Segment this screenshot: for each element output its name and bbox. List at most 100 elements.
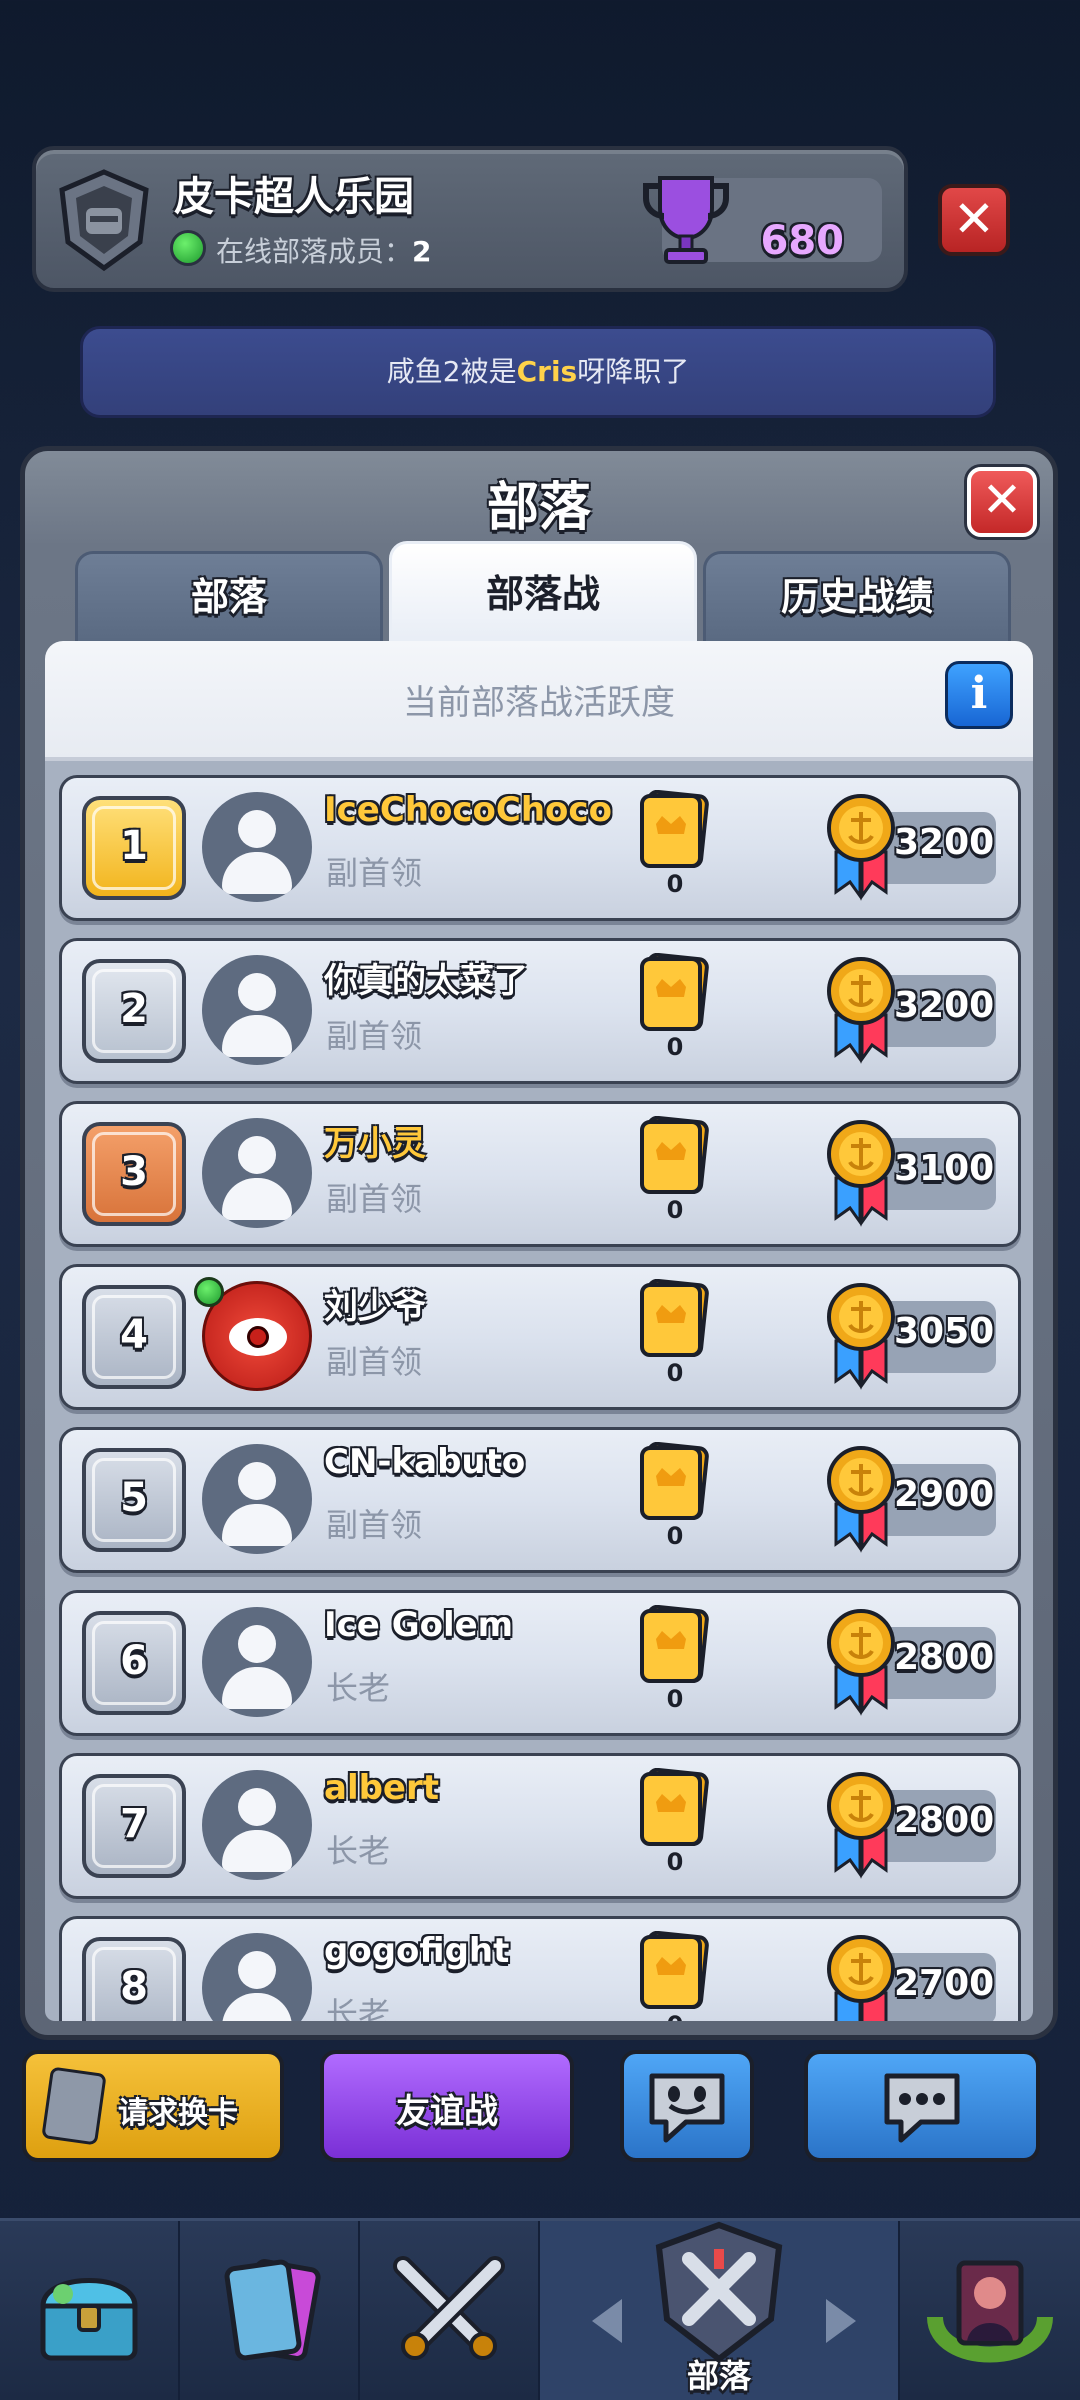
bottom-nav: 部落 (0, 2218, 1080, 2400)
header-close-button[interactable]: ✕ (938, 184, 1010, 256)
medal-value: 3200 (894, 985, 995, 1026)
medal-value: 3050 (894, 1311, 995, 1352)
medal-value: 2700 (894, 1963, 995, 2004)
emote-icon (649, 2073, 725, 2143)
medal-value: 3100 (894, 1148, 995, 1189)
medal-icon (827, 1120, 895, 1227)
player-role: 副首领 (326, 1017, 423, 1055)
online-members: 在线部落成员：2 (216, 230, 432, 270)
chat-icon (884, 2073, 960, 2143)
friendly-battle-label: 友谊战 (396, 2092, 498, 2132)
nav-cards[interactable] (180, 2221, 360, 2400)
medal-value: 2900 (894, 1474, 995, 1515)
info-button[interactable]: i (945, 661, 1013, 729)
cards-count: 0 (666, 1033, 684, 1061)
medal-value: 2800 (894, 1637, 995, 1678)
player-name: IceChocoChoco (324, 790, 612, 830)
online-indicator-icon (194, 1277, 224, 1307)
clan-shield-icon (655, 2221, 783, 2363)
player-name: 万小灵 (324, 1124, 426, 1164)
medal-icon (827, 1609, 895, 1716)
online-indicator-icon (170, 230, 206, 266)
activity-title: 当前部落战活跃度 (403, 683, 675, 723)
member-row[interactable]: 6 Ice Golem 长老 0 2800 (59, 1590, 1021, 1736)
member-list[interactable]: 1 IceChocoChoco 副首领 0 3200 2 你真的太菜了 副首领 … (45, 761, 1033, 2021)
cards-icon (640, 1116, 709, 1194)
cards-icon (640, 1279, 709, 1357)
avatar[interactable] (202, 1607, 312, 1717)
chevron-left-icon[interactable] (592, 2299, 622, 2343)
panel-close-button[interactable]: ✕ (967, 467, 1037, 537)
tab-war-history[interactable]: 历史战绩 (703, 551, 1011, 641)
rank-badge: 7 (82, 1774, 186, 1878)
avatar[interactable] (202, 1933, 312, 2021)
rank-badge: 3 (82, 1122, 186, 1226)
rank-badge: 4 (82, 1285, 186, 1389)
cards-count: 0 (666, 1196, 684, 1224)
player-name: albert (324, 1768, 440, 1808)
avatar[interactable] (202, 955, 312, 1065)
clan-header[interactable]: 皮卡超人乐园 在线部落成员：2 680 (32, 146, 908, 292)
chevron-right-icon[interactable] (826, 2299, 856, 2343)
cards-icon (640, 790, 709, 868)
crossed-swords-icon (393, 2256, 505, 2360)
medal-icon (827, 794, 895, 901)
activity-header: 当前部落战活跃度 i (45, 641, 1033, 761)
cards-icon (640, 1931, 709, 2009)
notification-banner: 咸鱼2被是Cris呀降职了 (80, 326, 996, 418)
nav-battle[interactable] (360, 2221, 540, 2400)
chest-icon (40, 2278, 138, 2361)
avatar[interactable] (202, 1444, 312, 1554)
avatar[interactable] (202, 792, 312, 902)
clan-name: 皮卡超人乐园 (174, 174, 414, 220)
online-count: 2 (412, 235, 432, 268)
player-name: 刘少爷 (324, 1287, 426, 1327)
player-name: Ice Golem (324, 1605, 514, 1645)
cards-count: 0 (666, 870, 684, 898)
avatar[interactable] (202, 1770, 312, 1880)
notification-highlight: Cris (516, 355, 578, 388)
clan-badge-icon (59, 169, 149, 272)
medal-value: 2800 (894, 1800, 995, 1841)
cards-icon (640, 953, 709, 1031)
tab-clan[interactable]: 部落 (75, 551, 383, 641)
rank-badge: 8 (82, 1937, 186, 2021)
medal-icon (827, 957, 895, 1064)
cards-count: 0 (666, 1522, 684, 1550)
trophy-icon (643, 176, 729, 264)
medal-icon (827, 1283, 895, 1390)
rank-badge: 6 (82, 1611, 186, 1715)
rank-badge: 5 (82, 1448, 186, 1552)
cards-count: 0 (660, 2011, 690, 2021)
member-row[interactable]: 1 IceChocoChoco 副首领 0 3200 (59, 775, 1021, 921)
nav-clan-label: 部落 (686, 2357, 751, 2395)
medal-icon (827, 1935, 895, 2021)
member-row[interactable]: 2 你真的太菜了 副首领 0 3200 (59, 938, 1021, 1084)
clan-panel: 部落 ✕ 部落 部落战 历史战绩 当前部落战活跃度 i 1 IceChocoCh… (20, 446, 1058, 2040)
tab-clan-war[interactable]: 部落战 (389, 541, 697, 641)
cards-deck-icon (224, 2259, 321, 2361)
player-name: CN-kabuto (324, 1442, 526, 1482)
member-row[interactable]: 4 刘少爷 副首领 0 3050 (59, 1264, 1021, 1410)
medal-value: 3200 (894, 822, 995, 863)
nav-profile[interactable] (900, 2221, 1080, 2400)
friendly-battle-button[interactable]: 友谊战 (320, 2050, 574, 2162)
cards-count: 0 (666, 1359, 684, 1387)
avatar[interactable] (202, 1118, 312, 1228)
online-label: 在线部落成员： (216, 235, 413, 268)
player-role: 长老 (326, 1832, 391, 1870)
cards-count: 0 (666, 1848, 684, 1876)
member-row[interactable]: 7 albert 长老 0 2800 (59, 1753, 1021, 1899)
player-role: 副首领 (326, 854, 423, 892)
player-role: 长老 (326, 1995, 391, 2021)
member-row[interactable]: 5 CN-kabuto 副首领 0 2900 (59, 1427, 1021, 1573)
player-role: 副首领 (326, 1506, 423, 1544)
nav-shop[interactable] (0, 2221, 180, 2400)
cards-count: 0 (666, 1685, 684, 1713)
emote-button[interactable] (620, 2050, 754, 2162)
request-card-button[interactable]: 请求换卡 (22, 2050, 284, 2162)
rank-badge: 1 (82, 796, 186, 900)
member-row[interactable]: 3 万小灵 副首领 0 3100 (59, 1101, 1021, 1247)
chat-button[interactable] (804, 2050, 1040, 2162)
member-row[interactable]: 8 gogofight 长老 0 2700 (59, 1916, 1021, 2021)
